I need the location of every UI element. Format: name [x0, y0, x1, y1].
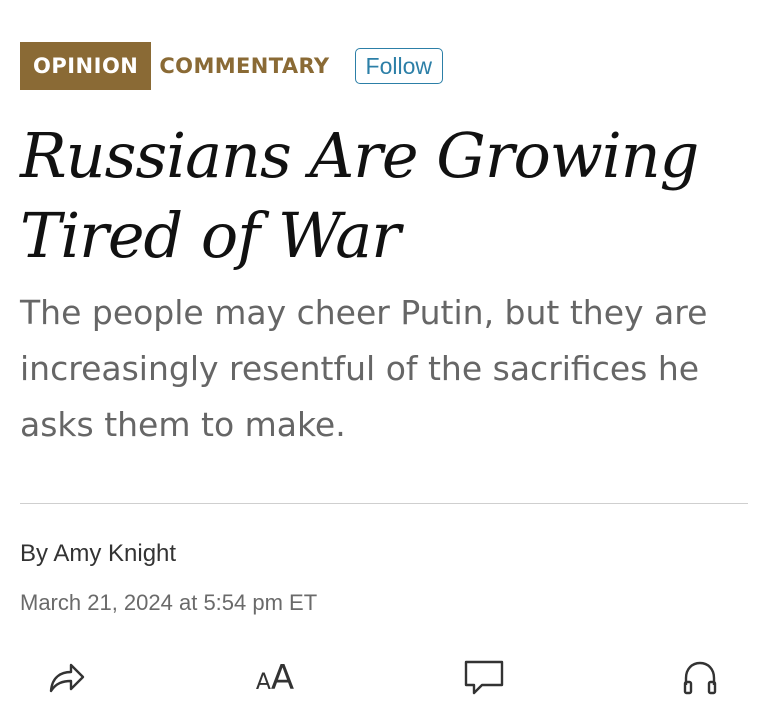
publish-timestamp: March 21, 2024 at 5:54 pm ET: [20, 590, 318, 615]
headphones-icon: [679, 657, 721, 699]
text-size-icon: AA: [255, 658, 295, 698]
section-label[interactable]: COMMENTARY: [159, 54, 329, 78]
comment-icon: [461, 658, 507, 698]
share-button[interactable]: [38, 650, 94, 706]
text-size-button[interactable]: AA: [247, 650, 303, 706]
article-tags: OPINION COMMENTARY Follow: [20, 42, 443, 90]
share-icon: [45, 660, 87, 696]
byline[interactable]: By Amy Knight: [20, 540, 176, 568]
article-dek: The people may cheer Putin, but they are…: [20, 293, 708, 444]
opinion-badge: OPINION: [20, 42, 152, 90]
divider: [20, 503, 748, 504]
follow-button[interactable]: Follow: [354, 48, 443, 84]
headline: Russians Are Growing Tired of War: [20, 119, 699, 272]
comments-button[interactable]: [456, 650, 512, 706]
listen-button[interactable]: [672, 650, 728, 706]
article-toolbar: AA: [0, 640, 768, 710]
